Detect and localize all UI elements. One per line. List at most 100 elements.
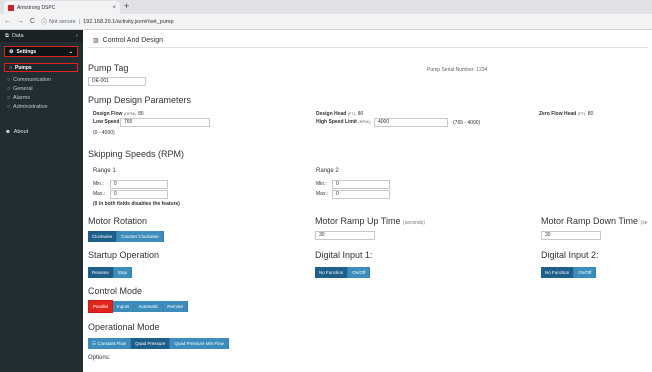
label-text: Zero Flow Head xyxy=(539,111,577,117)
sidebar-item-communication[interactable]: ○ Communication xyxy=(0,75,83,84)
ramp-down-input[interactable]: 30 xyxy=(541,231,601,240)
digital2-on-off-button[interactable]: On/Off xyxy=(574,267,597,278)
sidebar-item-pumps[interactable]: ○ Pumps xyxy=(4,63,78,72)
resume-button[interactable]: Resume xyxy=(88,267,114,278)
zero-flow-head-label: Zero Flow Head (FT): 80 xyxy=(539,111,593,117)
sidebar-item-label: General xyxy=(13,85,33,92)
digital2-no-function-button[interactable]: No Function xyxy=(541,267,575,278)
design-head-value: 80 xyxy=(357,111,364,117)
breadcrumb: ▥ Control And Design xyxy=(88,34,648,48)
ramp-up-input[interactable]: 30 xyxy=(315,231,375,240)
unit-text: (seconds) xyxy=(403,220,425,226)
quad-pressure-min-flow-button[interactable]: Quad Pressure Min Flow xyxy=(170,338,229,349)
remote-button[interactable]: Remote xyxy=(163,301,189,312)
operational-mode-group: ☰ Constant Flow Quad Pressure Quad Press… xyxy=(88,338,229,349)
sidebar-item-label: Administrative xyxy=(13,103,48,110)
button-label: Constant Flow xyxy=(97,341,127,346)
range2-max-input[interactable]: 0 xyxy=(332,190,390,199)
sidebar-item-label: Settings xyxy=(16,48,37,55)
info-icon[interactable]: ⓘ xyxy=(41,17,47,26)
forward-button[interactable]: → xyxy=(17,18,24,25)
design-params-heading: Pump Design Parameters xyxy=(88,95,192,105)
high-speed-input[interactable]: 4000 xyxy=(374,118,448,127)
low-speed-input[interactable]: 765 xyxy=(120,118,210,127)
sidebar-item-administrative[interactable]: ○ Administrative xyxy=(0,102,83,111)
label-text: Design Flow xyxy=(93,111,123,117)
range1-max-label: Max.: xyxy=(93,191,106,197)
parallel-button[interactable]: Parallel xyxy=(88,300,114,313)
main-content: ▥ Control And Design Pump Tag DE-001 Pum… xyxy=(83,30,652,372)
inputs-button[interactable]: Inputs xyxy=(113,301,135,312)
gear-icon: ⚙ xyxy=(9,48,14,55)
automatic-button[interactable]: Automatic xyxy=(134,301,164,312)
sidebar-item-about[interactable]: ☻ About xyxy=(0,127,83,136)
startup-heading: Startup Operation xyxy=(88,250,160,260)
not-secure-label: Not secure xyxy=(49,18,76,25)
range2-min-input[interactable]: 0 xyxy=(332,180,390,189)
external-link-icon: ⧉ xyxy=(5,32,9,39)
tab-title: Armstrong DSPC xyxy=(17,4,56,11)
low-speed-range: (0 - 4000) xyxy=(93,130,115,136)
users-icon: ☻ xyxy=(5,128,11,135)
browser-tab[interactable]: Armstrong DSPC × xyxy=(4,1,120,14)
range1-max-input[interactable]: 0 xyxy=(110,190,168,199)
sidebar-item-settings[interactable]: ⚙ Settings ⌄ xyxy=(4,46,78,57)
sidebar-submenu: ○ Communication ○ General ○ Alarms ○ Adminis… xyxy=(0,75,83,111)
digital-input-1-group: No Function On/Off xyxy=(315,267,371,278)
chevron-left-icon: ‹ xyxy=(76,33,78,39)
chevron-down-icon: ⌄ xyxy=(68,48,73,55)
sidebar: ⧉ Data ‹ ⚙ Settings ⌄ ○ Pumps ○ Communica… xyxy=(0,30,83,372)
sidebar-item-label: About xyxy=(13,128,29,135)
sidebar-item-data[interactable]: ⧉ Data ‹ xyxy=(0,30,83,42)
reload-button[interactable]: C xyxy=(30,18,35,25)
new-tab-button[interactable]: + xyxy=(124,1,129,11)
design-flow-label: Design Flow (GPM): 85 xyxy=(93,111,144,117)
digital-input-2-group: No Function On/Off xyxy=(541,267,597,278)
motor-rotation-group: Clockwise Counter Clockwise xyxy=(88,231,164,242)
address-bar: ← → C ⓘ Not secure | 192.168.20.1/activi… xyxy=(0,14,652,30)
unit-text: (GPM): xyxy=(123,111,137,116)
clockwise-button[interactable]: Clockwise xyxy=(88,231,118,242)
sidebar-item-alarms[interactable]: ○ Alarms xyxy=(0,93,83,102)
pump-tag-heading: Pump Tag xyxy=(88,63,129,73)
unit-text: (FT): xyxy=(577,111,587,116)
sidebar-item-label: Communication xyxy=(13,76,52,83)
counter-clockwise-button[interactable]: Counter Clockwise xyxy=(117,231,164,242)
digital1-on-off-button[interactable]: On/Off xyxy=(348,267,371,278)
zero-flow-head-value: 80 xyxy=(587,111,594,117)
high-speed-range: (765 - 4000) xyxy=(453,120,481,126)
circle-icon: ○ xyxy=(7,94,11,101)
digital1-no-function-button[interactable]: No Function xyxy=(315,267,349,278)
pump-serial-label: Pump Serial Number: 1234 xyxy=(427,67,488,73)
control-mode-heading: Control Mode xyxy=(88,286,143,296)
sidebar-item-label: Alarms xyxy=(13,94,31,101)
pump-tag-input[interactable]: DE-001 xyxy=(88,77,146,86)
page-title: Control And Design xyxy=(102,37,163,44)
tab-close-icon[interactable]: × xyxy=(112,5,116,11)
quad-pressure-button[interactable]: Quad Pressure xyxy=(131,338,171,349)
range2-min-label: Min.: xyxy=(316,181,327,187)
unit-text: (se xyxy=(640,220,648,226)
circle-icon: ○ xyxy=(7,103,11,110)
browser-tab-bar: Armstrong DSPC × + xyxy=(0,0,652,14)
digital-input-2-heading: Digital Input 2: xyxy=(541,250,599,260)
range1-heading: Range 1 xyxy=(93,168,116,174)
sidebar-item-label: Data xyxy=(11,33,24,39)
heading-text: Motor Ramp Up Time xyxy=(315,216,401,226)
constant-flow-button[interactable]: ☰ Constant Flow xyxy=(88,338,132,349)
design-head-label: Design Head (FT): 80 xyxy=(316,111,363,117)
range1-min-input[interactable]: 0 xyxy=(110,180,168,189)
label-text: High Speed Limit xyxy=(316,119,357,125)
url-field[interactable]: 192.168.20.1/activity.json#/set_pump xyxy=(83,19,173,25)
operational-mode-heading: Operational Mode xyxy=(88,322,160,332)
url-separator: | xyxy=(78,18,81,25)
favicon-icon xyxy=(8,4,14,11)
range2-max-label: Max.: xyxy=(316,191,329,197)
stop-button[interactable]: Stop xyxy=(113,267,133,278)
design-flow-value: 85 xyxy=(138,111,144,117)
back-button[interactable]: ← xyxy=(4,18,11,25)
sidebar-item-general[interactable]: ○ General xyxy=(0,84,83,93)
circle-icon: ○ xyxy=(9,64,13,71)
note-text: (0 in both fields disables the feature) xyxy=(93,201,180,207)
digital-input-1-heading: Digital Input 1: xyxy=(315,250,373,260)
